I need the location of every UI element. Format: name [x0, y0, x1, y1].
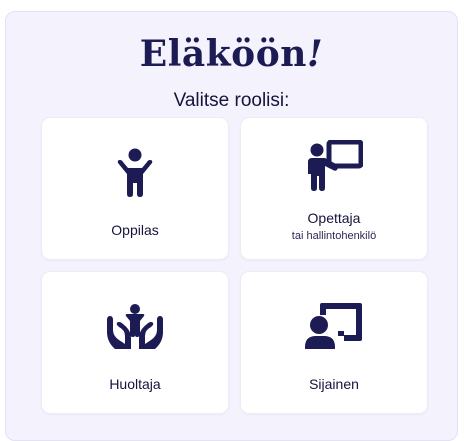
- role-card-sijainen[interactable]: Sijainen: [241, 272, 427, 413]
- page-title: Valitse roolisi:: [173, 90, 290, 111]
- role-label-sijainen: Sijainen: [309, 376, 359, 392]
- role-card-opettaja[interactable]: Opettaja tai hallintohenkilö: [241, 118, 427, 259]
- role-card-huoltaja[interactable]: Huoltaja: [42, 272, 228, 413]
- teacher-whiteboard-icon: [302, 138, 366, 194]
- role-card-oppilas[interactable]: Oppilas: [42, 118, 228, 259]
- hands-holding-child-icon: [103, 298, 167, 354]
- role-label-oppilas: Oppilas: [111, 222, 159, 238]
- role-label-opettaja: Opettaja: [307, 210, 361, 226]
- child-arms-raised-icon: [103, 144, 167, 200]
- person-at-board-icon: [302, 298, 366, 354]
- role-label-huoltaja: Huoltaja: [109, 376, 161, 392]
- role-sublabel-opettaja: tai hallintohenkilö: [291, 230, 377, 242]
- app-logo: Eläköön!: [139, 33, 324, 75]
